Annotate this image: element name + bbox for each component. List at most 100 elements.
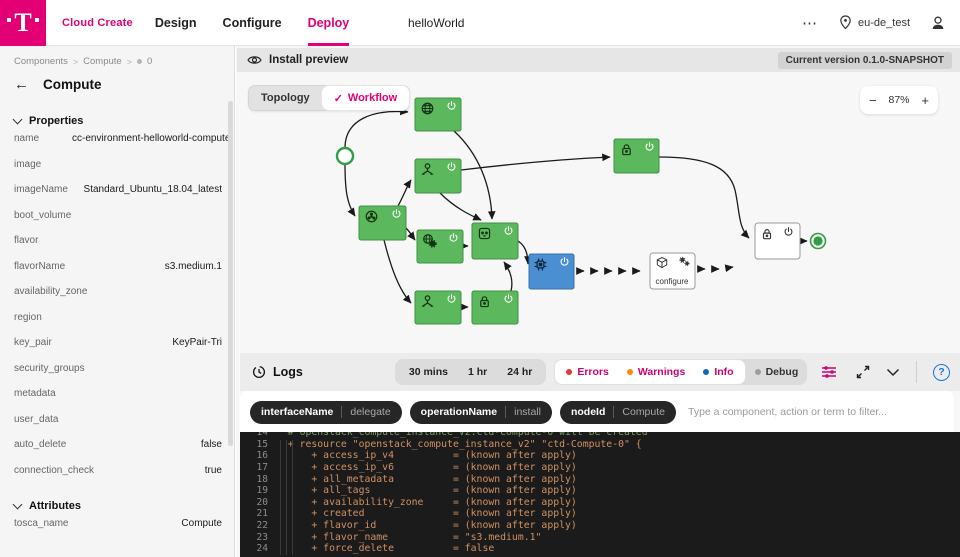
chip-value: install (514, 406, 541, 418)
chevron-down-icon (13, 500, 23, 510)
line-text: + access_ip_v6 = (known after apply) (276, 462, 577, 473)
workflow-node-subnet[interactable] (417, 230, 463, 263)
error-dot-icon (566, 369, 572, 375)
chip-key: interfaceName (261, 406, 333, 418)
workflow-node-final-security[interactable] (755, 223, 800, 259)
line-text: + flavor_name = "s3.medium.1" (276, 532, 541, 543)
workflow-node-security-group[interactable] (359, 206, 406, 240)
line-number: 24 (240, 543, 268, 554)
workflow-end-event[interactable] (811, 234, 826, 249)
nav-configure[interactable]: Configure (223, 0, 282, 46)
workflow-node-security-rule[interactable] (472, 291, 518, 324)
logs-title: Logs (252, 365, 303, 379)
workflow-edges (345, 112, 807, 307)
breadcrumb-compute[interactable]: Compute (83, 56, 122, 67)
workflow-node-configure[interactable]: configure (650, 253, 695, 289)
time-range-24hr[interactable]: 24 hr (497, 366, 542, 378)
workflow-node-compute[interactable] (529, 254, 574, 289)
property-row: namecc-environment-helloworld-compute (14, 133, 222, 159)
workflow-node-port[interactable] (472, 223, 518, 259)
user-account-icon[interactable] (930, 15, 946, 31)
debug-dot-icon (755, 369, 761, 375)
time-range-1hr[interactable]: 1 hr (458, 366, 497, 378)
workflow-canvas[interactable]: configure Topology ✓ (237, 72, 960, 353)
sidebar-scrollbar[interactable] (228, 101, 233, 446)
logo-dot-right (35, 18, 39, 22)
telekom-logo[interactable]: T (0, 0, 46, 46)
filter-warnings[interactable]: Warnings (618, 366, 694, 378)
filter-chip-node-id[interactable]: nodeId Compute (560, 401, 676, 424)
info-dot-icon (703, 369, 709, 375)
region-selector[interactable]: eu-de_test (839, 15, 910, 30)
property-key: availability_zone (14, 286, 87, 297)
chevron-down-icon (13, 115, 23, 125)
line-text: + force_delete = false (276, 543, 494, 554)
property-row: user_data (14, 414, 222, 440)
workflow-node-hub2[interactable] (415, 291, 461, 324)
warnings-label: Warnings (638, 366, 685, 378)
terminal-line: 21 + created = (known after apply) (240, 508, 960, 520)
breadcrumb-index[interactable]: 0 (147, 56, 152, 67)
property-value[interactable]: KeyPair-Tri (172, 337, 222, 348)
install-preview-title: Install preview (269, 54, 348, 66)
collapse-chevron-icon[interactable] (886, 368, 900, 377)
time-range-group: 30 mins 1 hr 24 hr (395, 359, 546, 385)
property-key: flavor (14, 235, 38, 246)
filter-debug[interactable]: Debug (746, 366, 808, 378)
filter-errors[interactable]: Errors (557, 366, 618, 378)
property-value[interactable]: false (201, 439, 222, 450)
zoom-in-button[interactable]: + (921, 94, 929, 107)
check-icon: ✓ (334, 92, 343, 105)
top-bar: T Cloud Create Design Configure Deploy h… (0, 0, 960, 46)
more-menu-icon[interactable]: ⋯ (802, 14, 819, 32)
nav-deploy[interactable]: Deploy (308, 0, 350, 46)
property-row: key_pairKeyPair-Tri (14, 337, 222, 363)
terminal-line: 17 + access_ip_v6 = (known after apply) (240, 462, 960, 474)
filter-input-placeholder[interactable]: Type a component, action or term to filt… (688, 406, 887, 418)
toolbar-divider (916, 361, 917, 383)
tab-workflow[interactable]: ✓ Workflow (322, 86, 410, 110)
property-value[interactable]: cc-environment-helloworld-compute (72, 133, 222, 144)
property-row: availability_zone (14, 286, 222, 312)
logs-toolbar: Logs 30 mins 1 hr 24 hr Errors Warnings … (240, 353, 960, 391)
terminal-lines: 14 # openstack_compute_instance_v2.ctd-C… (240, 432, 960, 555)
workflow-node-keypair[interactable] (415, 159, 461, 193)
line-text: + access_ip_v4 = (known after apply) (276, 450, 577, 461)
property-row: connection_check true (14, 465, 222, 491)
property-key: connection_check (14, 465, 94, 476)
help-button[interactable]: ? (933, 364, 950, 381)
expand-icon[interactable] (856, 365, 870, 379)
main-nav: Design Configure Deploy (155, 0, 349, 46)
chip-value: delegate (350, 406, 390, 418)
filter-chip-interface-name[interactable]: interfaceName delegate (250, 401, 402, 424)
back-button[interactable]: ← (14, 76, 29, 93)
tab-topology[interactable]: Topology (249, 86, 322, 110)
workflow-node-network[interactable] (415, 98, 461, 131)
nav-design[interactable]: Design (155, 0, 197, 46)
filter-info[interactable]: Info (694, 366, 742, 378)
chip-divider (341, 406, 342, 418)
log-settings-sliders-icon[interactable] (821, 365, 837, 379)
property-value[interactable]: s3.medium.1 (165, 261, 222, 272)
warning-dot-icon (627, 369, 633, 375)
log-filter-bar[interactable]: interfaceName delegate operationName ins… (240, 391, 954, 433)
properties-section-header[interactable]: Properties (14, 115, 222, 127)
breadcrumb-components[interactable]: Components (14, 56, 68, 67)
line-number: 16 (240, 450, 268, 461)
property-value[interactable]: Standard_Ubuntu_18.04_latest (84, 184, 222, 195)
workflow-node-security-rule-2[interactable] (614, 139, 659, 173)
logo-letter: T (14, 10, 31, 36)
property-key: auto_delete (14, 439, 66, 450)
filter-chip-operation-name[interactable]: operationName install (410, 401, 552, 424)
debug-label: Debug (766, 366, 799, 378)
terminal-line: 23 + flavor_name = "s3.medium.1" (240, 531, 960, 543)
eye-icon (247, 54, 262, 66)
info-label: Info (714, 366, 733, 378)
attributes-section-header[interactable]: Attributes (14, 500, 222, 512)
zoom-out-button[interactable]: − (869, 94, 877, 107)
workflow-start-event[interactable] (337, 148, 353, 164)
attribute-value[interactable]: Compute (181, 518, 222, 529)
time-range-30min[interactable]: 30 mins (399, 366, 458, 378)
property-value[interactable]: true (205, 465, 222, 476)
log-output-terminal[interactable]: 14 # openstack_compute_instance_v2.ctd-C… (240, 432, 960, 557)
